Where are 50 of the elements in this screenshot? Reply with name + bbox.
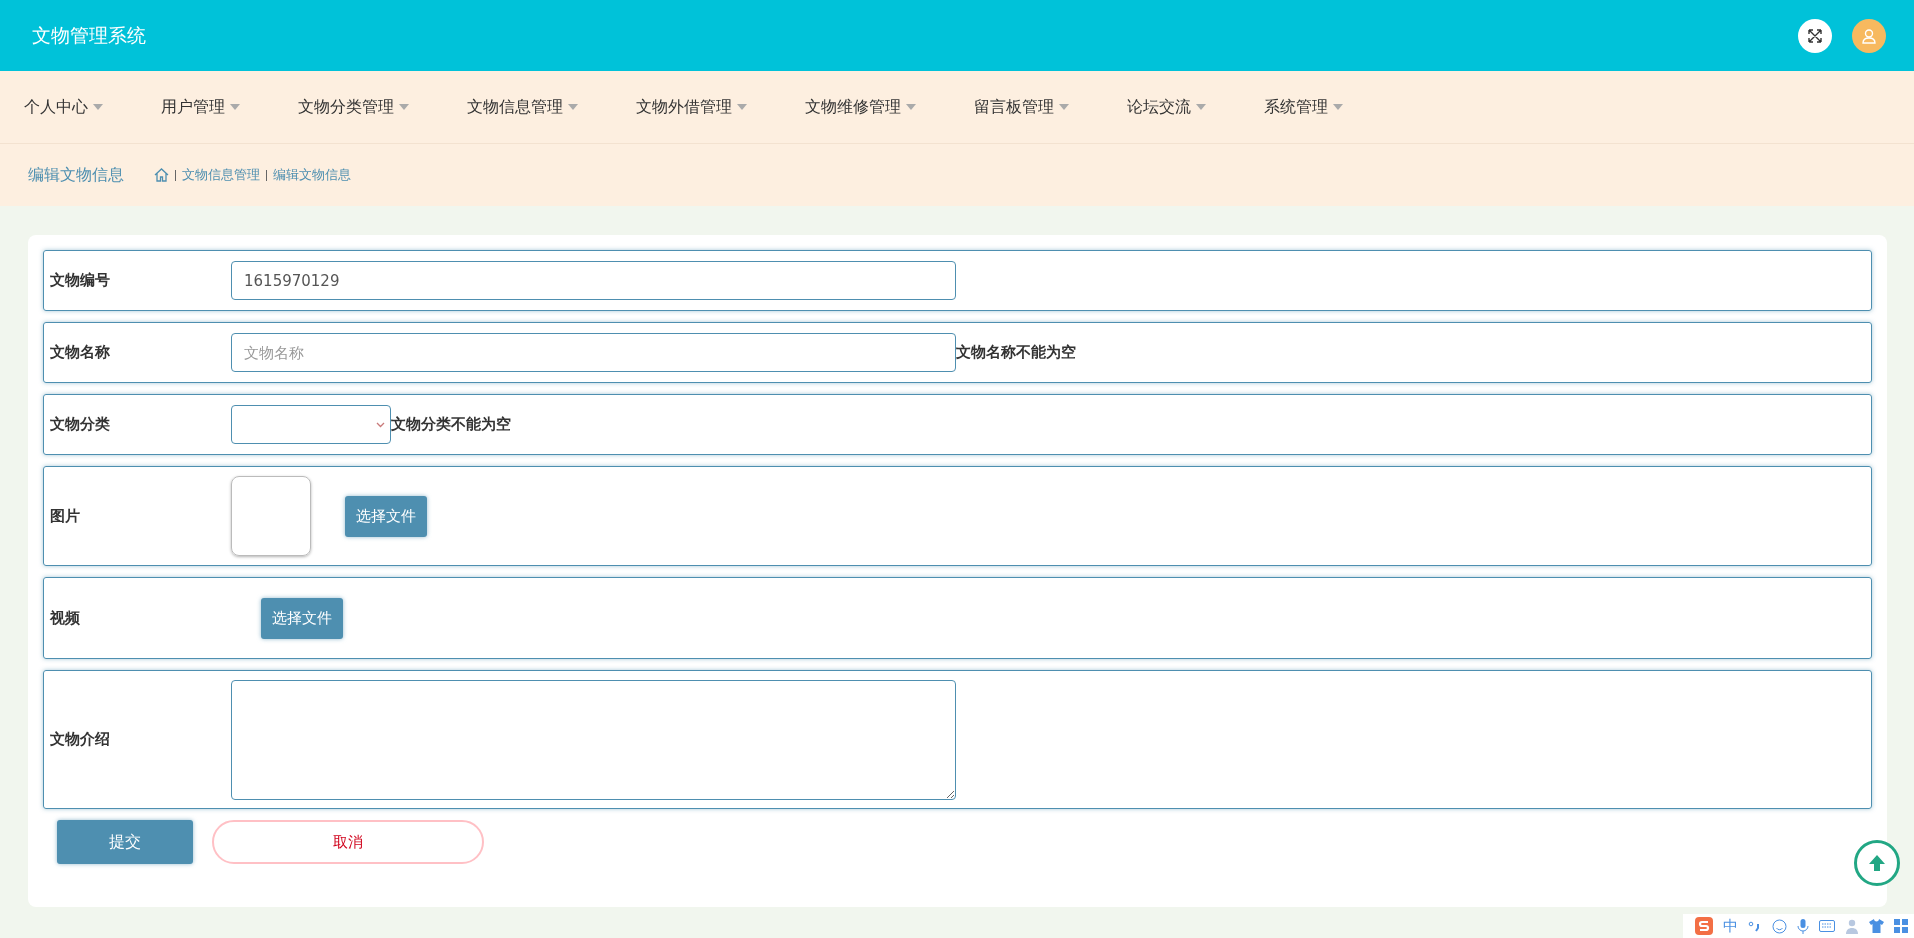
- field-label: 文物编号: [50, 271, 111, 290]
- nav-menu-item[interactable]: 论坛交流: [1117, 96, 1216, 118]
- app-title: 文物管理系统: [32, 22, 146, 48]
- punctuation-icon[interactable]: [1748, 919, 1762, 933]
- nav-menu-item[interactable]: 文物维修管理: [795, 96, 926, 118]
- shirt-icon[interactable]: [1869, 919, 1884, 933]
- nav-menu-item[interactable]: 留言板管理: [964, 96, 1079, 118]
- microphone-icon[interactable]: [1797, 918, 1809, 934]
- arrow-up-icon: [1867, 853, 1887, 873]
- error-message: 文物名称不能为空: [956, 343, 1076, 362]
- caret-icon: [906, 104, 916, 110]
- caret-icon: [568, 104, 578, 110]
- caret-icon: [230, 104, 240, 110]
- textarea-field[interactable]: [231, 679, 956, 800]
- page-title: 编辑文物信息: [28, 164, 124, 186]
- ime-logo-icon[interactable]: [1695, 917, 1713, 935]
- smiley-icon[interactable]: [1772, 918, 1787, 934]
- input-field[interactable]: 1615970129: [231, 261, 956, 300]
- nav-menu-item[interactable]: 文物外借管理: [626, 96, 757, 118]
- select-field[interactable]: [231, 405, 391, 444]
- error-message: 文物分类不能为空: [391, 415, 511, 434]
- caret-icon: [93, 104, 103, 110]
- input-field[interactable]: 文物名称: [231, 333, 956, 372]
- choose-file-button[interactable]: 选择文件: [261, 597, 343, 639]
- nav-menu-item[interactable]: 文物分类管理: [288, 96, 419, 118]
- submit-button[interactable]: 提交: [57, 820, 193, 864]
- back-to-top-button[interactable]: [1854, 840, 1900, 886]
- caret-icon: [1333, 104, 1343, 110]
- field-label: 图片: [50, 506, 81, 526]
- caret-icon: [1059, 104, 1069, 110]
- nav-menu-item[interactable]: 用户管理: [151, 96, 250, 118]
- fullscreen-icon[interactable]: [1798, 18, 1832, 53]
- nav-menu-item[interactable]: 系统管理: [1254, 96, 1353, 118]
- nav-menu-item[interactable]: 个人中心: [14, 96, 113, 118]
- cancel-button[interactable]: 取消: [212, 820, 484, 864]
- keyboard-icon[interactable]: [1819, 920, 1835, 932]
- caret-icon: [399, 104, 409, 110]
- chevron-icon: [376, 421, 385, 428]
- field-label: 视频: [50, 608, 81, 628]
- nav-menu-item[interactable]: 文物信息管理: [457, 96, 588, 118]
- person-icon[interactable]: [1845, 918, 1859, 934]
- home-icon[interactable]: [154, 168, 169, 182]
- caret-icon: [737, 104, 747, 110]
- field-label: 文物介绍: [50, 730, 111, 749]
- field-label: 文物名称: [50, 343, 111, 362]
- grid-icon[interactable]: [1894, 919, 1908, 933]
- caret-icon: [1196, 104, 1206, 110]
- choose-file-button[interactable]: 选择文件: [345, 495, 427, 537]
- user-icon[interactable]: [1852, 18, 1886, 53]
- field-label: 文物分类: [50, 415, 111, 434]
